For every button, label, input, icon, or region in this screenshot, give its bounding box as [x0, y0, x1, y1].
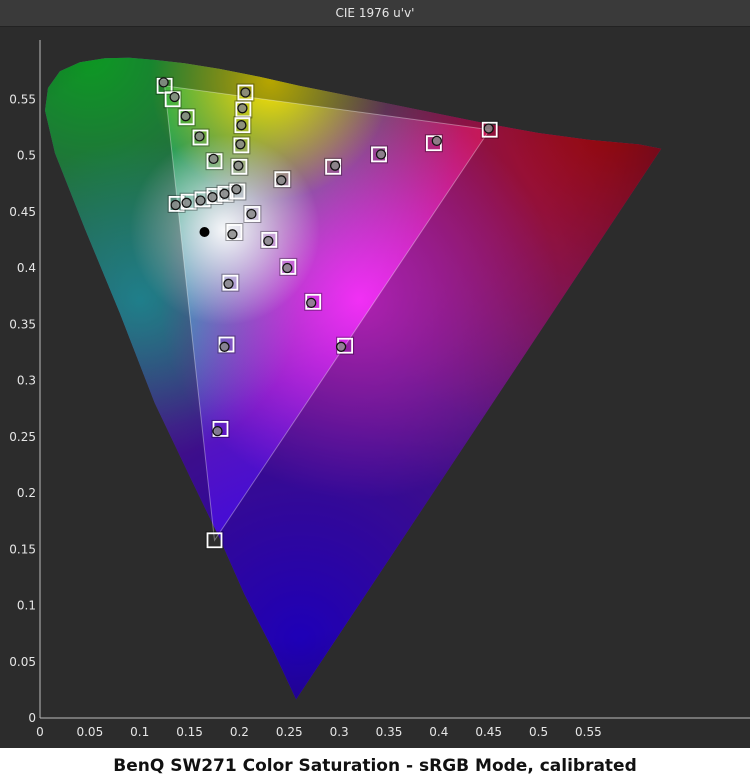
gamut-outside-shade	[45, 57, 662, 700]
measured-circle-marker	[169, 91, 180, 103]
measured-circle-marker	[194, 131, 205, 142]
measured-circle-marker	[207, 192, 218, 203]
x-tick-label: 0.1	[130, 725, 149, 739]
y-tick-label: 0.05	[9, 655, 36, 669]
x-tick-label: 0.3	[330, 725, 349, 739]
y-tick-label: 0	[28, 711, 36, 725]
measured-circle-marker	[180, 111, 191, 122]
y-tick-label: 0.45	[9, 205, 36, 219]
x-axis-ticks: 0 0.05 0.1 0.15 0.2 0.25 0.3 0.35 0.4 0.45 0.5 0.55	[36, 725, 602, 739]
measured-circle-marker	[170, 199, 181, 211]
y-tick-label: 0.55	[9, 92, 36, 106]
measured-circle-marker	[240, 87, 251, 98]
measured-circle-marker	[276, 175, 287, 186]
y-tick-label: 0.2	[17, 486, 36, 500]
x-tick-label: 0.5	[529, 725, 548, 739]
measured-circle-marker	[237, 103, 248, 114]
chart-frame: CIE 1976 u'v' 0 0.05 0.1 0.15 0.2 0.25 0…	[0, 0, 750, 748]
x-tick-label: 0.05	[76, 725, 103, 739]
y-tick-label: 0.3	[17, 374, 36, 388]
x-tick-label: 0.45	[475, 725, 502, 739]
measured-circle-marker	[208, 153, 219, 165]
measured-circle-marker	[263, 235, 274, 247]
measured-circle-marker	[223, 278, 234, 289]
measured-circle-marker	[236, 120, 247, 131]
measured-circle-marker	[335, 341, 347, 352]
y-tick-label: 0.35	[9, 317, 36, 331]
measured-circle-marker	[195, 195, 206, 206]
y-tick-label: 0.5	[17, 149, 36, 163]
measured-circle-marker	[212, 425, 223, 437]
gamut-triangle	[45, 57, 662, 700]
x-tick-label: 0.2	[230, 725, 249, 739]
measured-circle-marker	[306, 297, 317, 309]
measured-circle-marker	[375, 149, 387, 160]
measured-circle-marker	[231, 184, 242, 195]
measured-circle-marker	[219, 188, 230, 199]
measured-circle-marker	[329, 160, 341, 171]
y-tick-label: 0.4	[17, 261, 36, 275]
y-tick-label: 0.25	[9, 430, 36, 444]
measured-circle-marker	[282, 262, 293, 274]
measured-circle-marker	[233, 160, 244, 171]
measured-circle-marker	[181, 197, 192, 208]
measured-circle-marker	[431, 135, 442, 147]
x-tick-label: 0	[36, 725, 44, 739]
measured-circle-marker	[483, 123, 494, 134]
y-tick-label: 0.15	[9, 542, 36, 556]
x-tick-label: 0.55	[575, 725, 602, 739]
figure-caption: BenQ SW271 Color Saturation - sRGB Mode,…	[113, 756, 637, 776]
measured-circle-marker	[227, 229, 238, 240]
x-tick-label: 0.35	[376, 725, 403, 739]
measured-circle-marker	[219, 341, 230, 352]
measured-circle-marker	[158, 77, 169, 88]
chart-plot: 0 0.05 0.1 0.15 0.2 0.25 0.3 0.35 0.4 0.45 0.5 0.55…	[9, 40, 750, 739]
white-point-marker	[199, 227, 210, 237]
x-tick-label: 0.4	[429, 725, 448, 739]
measured-circle-marker	[246, 208, 257, 220]
x-tick-label: 0.25	[276, 725, 303, 739]
measured-circle-marker	[235, 139, 246, 150]
y-tick-label: 0.1	[17, 599, 36, 613]
y-axis-ticks: 0 0.05 0.1 0.15 0.2 0.25 0.3 0.35 0.4 0.45 0.5 0.55	[9, 92, 36, 725]
x-tick-label: 0.15	[176, 725, 203, 739]
